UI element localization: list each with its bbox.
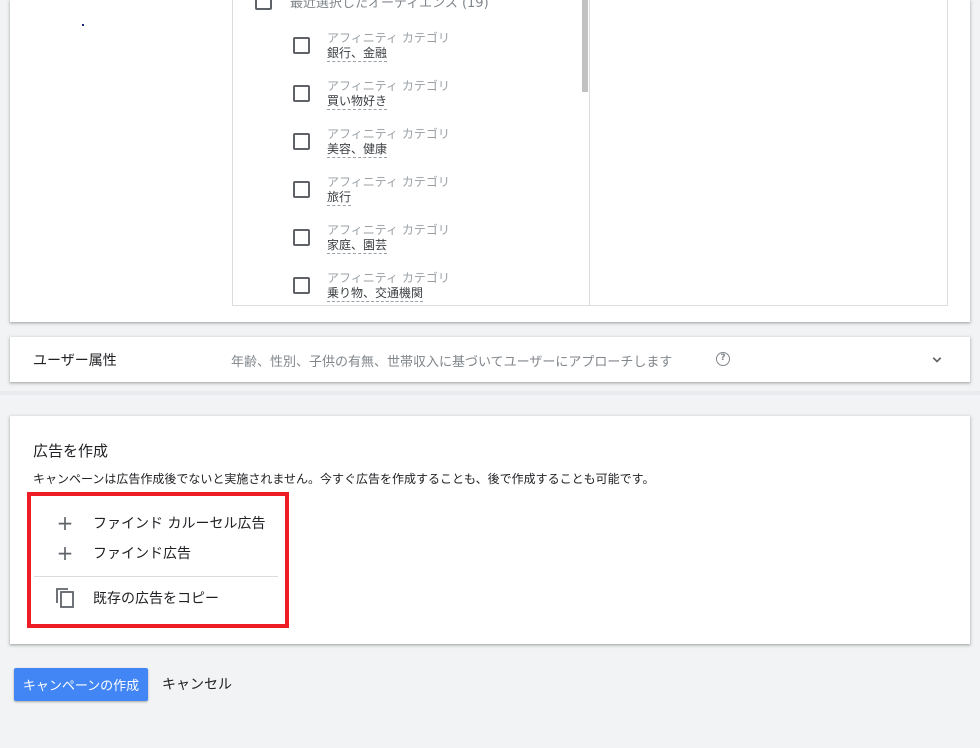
create-campaign-button[interactable]: キャンペーンの作成	[14, 668, 148, 701]
audience-category: アフィニティ カテゴリ	[327, 223, 450, 237]
audience-category: アフィニティ カテゴリ	[327, 175, 450, 189]
section-divider	[0, 391, 980, 395]
user-attributes-panel[interactable]: ユーザー属性 年齢、性別、子供の有無、世帯収入に基づいてユーザーにアプローチしま…	[10, 337, 970, 382]
audience-name: 銀行、金融	[327, 46, 388, 62]
add-discovery-ad-option[interactable]: + ファインド広告	[55, 543, 191, 563]
audience-checkbox[interactable]	[293, 85, 310, 102]
parent-label: 最近選択したオーディエンス (19)	[290, 0, 489, 11]
audience-category: アフィニティ カテゴリ	[327, 271, 450, 285]
audience-name: 家庭、園芸	[327, 238, 388, 254]
copy-existing-ad-option[interactable]: 既存の広告をコピー	[55, 587, 219, 609]
cancel-button[interactable]: キャンセル	[162, 674, 232, 694]
audience-name: 買い物好き	[327, 94, 388, 110]
audience-item[interactable]: アフィニティ カテゴリ 旅行	[293, 173, 573, 221]
chevron-down-icon[interactable]	[928, 351, 946, 369]
plus-icon: +	[56, 511, 74, 535]
create-ad-card: 広告を作成 キャンペーンは広告作成後でないと実施されません。今すぐ広告を作成する…	[10, 416, 970, 644]
selected-audience-panel	[589, 0, 948, 306]
user-attributes-title: ユーザー属性	[33, 353, 117, 369]
list-scrollbar[interactable]	[582, 0, 588, 92]
add-carousel-ad-option[interactable]: + ファインド カルーセル広告	[55, 511, 266, 535]
audience-item[interactable]: アフィニティ カテゴリ 家庭、園芸	[293, 221, 573, 269]
copy-icon	[56, 588, 74, 608]
create-ad-title: 広告を作成	[33, 442, 109, 460]
audience-name: 旅行	[327, 190, 352, 206]
audience-name: 美容、健康	[327, 142, 388, 158]
audience-name: 乗り物、交通機関	[327, 286, 424, 302]
carousel-ad-label: ファインド カルーセル広告	[93, 516, 266, 532]
audience-checkbox[interactable]	[293, 37, 310, 54]
audience-category: アフィニティ カテゴリ	[327, 79, 450, 93]
discovery-ad-label: ファインド広告	[93, 546, 191, 562]
audience-card: 最近選択したオーディエンス (19) アフィニティ カテゴリ 銀行、金融 アフィ…	[10, 0, 970, 322]
audience-checkbox[interactable]	[293, 229, 310, 246]
help-icon[interactable]: ?	[716, 352, 730, 366]
audience-checkbox[interactable]	[293, 181, 310, 198]
create-ad-description: キャンペーンは広告作成後でないと実施されません。今すぐ広告を作成することも、後で…	[33, 472, 655, 486]
audience-parent-row[interactable]: 最近選択したオーディエンス (19)	[255, 0, 489, 11]
audience-category: アフィニティ カテゴリ	[327, 127, 450, 141]
audience-category: アフィニティ カテゴリ	[327, 31, 450, 45]
audience-checkbox[interactable]	[293, 133, 310, 150]
audience-list[interactable]: 最近選択したオーディエンス (19) アフィニティ カテゴリ 銀行、金融 アフィ…	[232, 0, 590, 306]
audience-item[interactable]: アフィニティ カテゴリ 美容、健康	[293, 125, 573, 173]
audience-checkbox[interactable]	[293, 277, 310, 294]
copy-existing-ad-label: 既存の広告をコピー	[93, 591, 219, 607]
plus-icon: +	[56, 541, 74, 565]
option-divider	[34, 576, 278, 577]
parent-checkbox[interactable]	[255, 0, 272, 10]
audience-item[interactable]: アフィニティ カテゴリ 買い物好き	[293, 77, 573, 125]
decorative-dot	[82, 24, 84, 26]
audience-item[interactable]: アフィニティ カテゴリ 銀行、金融	[293, 29, 573, 77]
audience-item[interactable]: アフィニティ カテゴリ 乗り物、交通機関	[293, 269, 573, 305]
user-attributes-description: 年齢、性別、子供の有無、世帯収入に基づいてユーザーにアプローチします	[231, 355, 673, 370]
